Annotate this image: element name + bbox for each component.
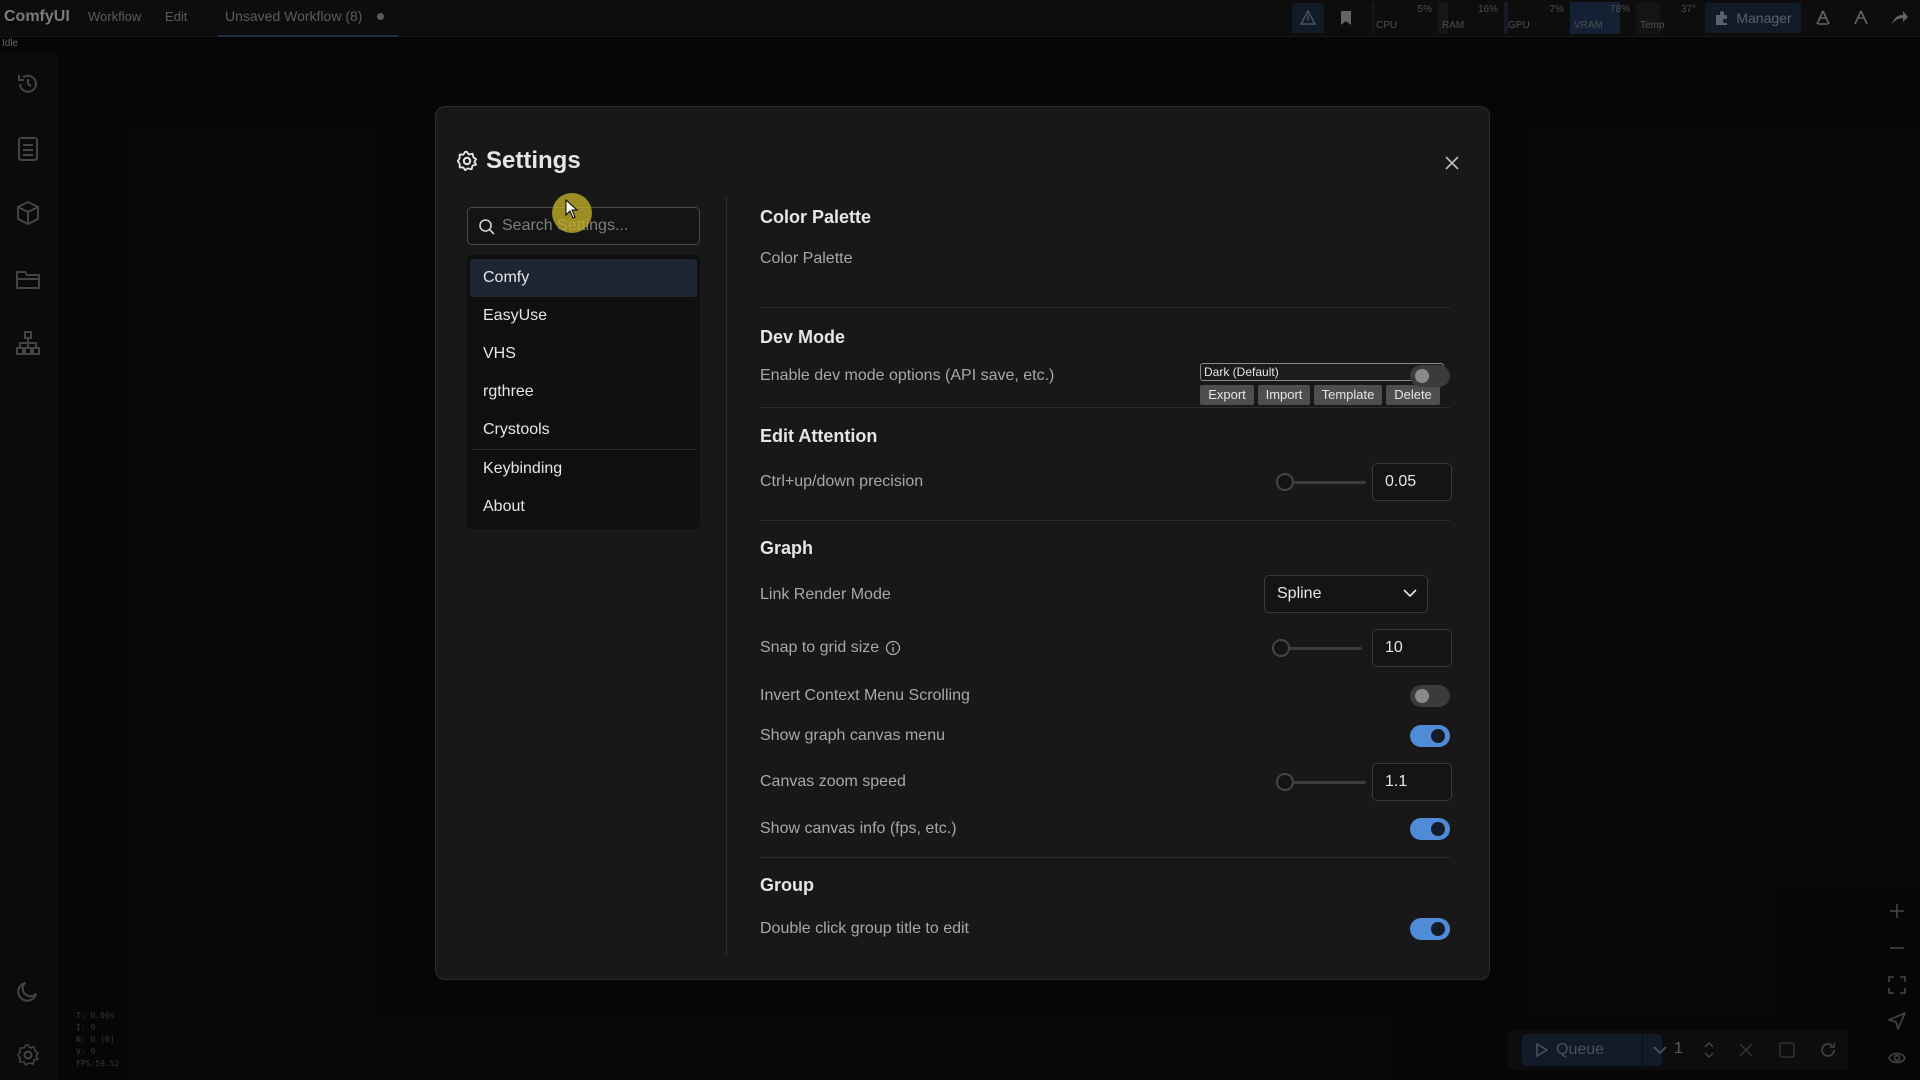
category-comfy[interactable]: Comfy	[470, 259, 697, 297]
gear-icon	[456, 150, 478, 172]
zoom-speed-label: Canvas zoom speed	[760, 773, 906, 790]
toggle-knob	[1415, 689, 1429, 703]
invert-scroll-label: Invert Context Menu Scrolling	[760, 687, 970, 704]
info-icon[interactable]	[885, 640, 901, 656]
section-title-graph: Graph	[760, 538, 814, 558]
group-dblclick-label: Double click group title to edit	[760, 920, 969, 937]
slider-handle[interactable]	[1276, 473, 1294, 491]
section-divider	[760, 520, 1450, 521]
close-icon	[1445, 156, 1459, 170]
search-icon	[479, 219, 495, 235]
panel-divider	[726, 197, 727, 957]
link-render-label: Link Render Mode	[760, 586, 891, 603]
category-about[interactable]: About	[470, 488, 697, 526]
category-easyuse[interactable]: EasyUse	[470, 297, 697, 335]
section-title-edit-attention: Edit Attention	[760, 426, 878, 446]
snap-grid-input[interactable]: 10	[1372, 629, 1452, 667]
canvas-menu-label: Show graph canvas menu	[760, 727, 945, 744]
toggle-knob	[1415, 369, 1429, 383]
toggle-knob	[1431, 822, 1445, 836]
settings-dialog: Settings Comfy EasyUse VHS rgthree Cryst…	[435, 106, 1490, 980]
search-input[interactable]	[502, 214, 692, 238]
section-title-dev-mode: Dev Mode	[760, 327, 846, 347]
precision-input[interactable]: 0.05	[1372, 463, 1452, 501]
category-rgthree[interactable]: rgthree	[470, 373, 697, 411]
canvas-menu-toggle[interactable]	[1410, 725, 1450, 747]
precision-label: Ctrl+up/down precision	[760, 473, 924, 490]
chevron-down-icon	[1403, 589, 1417, 598]
dev-mode-toggle[interactable]	[1410, 365, 1450, 387]
slider-handle[interactable]	[1272, 639, 1290, 657]
color-palette-label: Color Palette	[760, 250, 853, 267]
dialog-header: Settings	[456, 147, 581, 175]
precision-slider[interactable]	[1276, 472, 1366, 492]
section-title-color-palette: Color Palette	[760, 207, 872, 227]
dev-mode-label: Enable dev mode options (API save, etc.)	[760, 367, 1055, 384]
snap-grid-label: Snap to grid size	[760, 639, 901, 657]
delete-button[interactable]: Delete	[1386, 385, 1440, 405]
category-keybinding[interactable]: Keybinding	[470, 450, 697, 488]
section-title-group: Group	[760, 875, 814, 895]
section-divider	[760, 857, 1450, 858]
mouse-cursor-icon	[565, 199, 579, 219]
close-button[interactable]	[1438, 149, 1466, 177]
import-button[interactable]: Import	[1258, 385, 1310, 405]
section-divider	[760, 407, 1450, 408]
link-render-select[interactable]: Spline	[1264, 575, 1428, 613]
category-crystools[interactable]: Crystools	[470, 411, 697, 449]
category-vhs[interactable]: VHS	[470, 335, 697, 373]
zoom-speed-input[interactable]: 1.1	[1372, 763, 1452, 801]
canvas-info-toggle[interactable]	[1410, 818, 1450, 840]
toggle-knob	[1431, 729, 1445, 743]
zoom-speed-slider[interactable]	[1276, 772, 1366, 792]
snap-grid-text: Snap to grid size	[760, 639, 880, 656]
invert-scroll-toggle[interactable]	[1410, 685, 1450, 707]
link-render-value: Spline	[1277, 585, 1322, 602]
section-divider	[760, 307, 1450, 308]
toggle-knob	[1431, 922, 1445, 936]
template-button[interactable]: Template	[1314, 385, 1382, 405]
group-dblclick-toggle[interactable]	[1410, 918, 1450, 940]
color-palette-select[interactable]: Dark (Default)	[1200, 363, 1444, 381]
slider-handle[interactable]	[1276, 773, 1294, 791]
color-palette-value: Dark (Default)	[1204, 365, 1279, 379]
dialog-title: Settings	[486, 147, 581, 174]
snap-grid-slider[interactable]	[1272, 638, 1362, 658]
category-list: Comfy EasyUse VHS rgthree Crystools Keyb…	[467, 255, 700, 529]
export-button[interactable]: Export	[1200, 385, 1254, 405]
canvas-info-label: Show canvas info (fps, etc.)	[760, 820, 957, 837]
